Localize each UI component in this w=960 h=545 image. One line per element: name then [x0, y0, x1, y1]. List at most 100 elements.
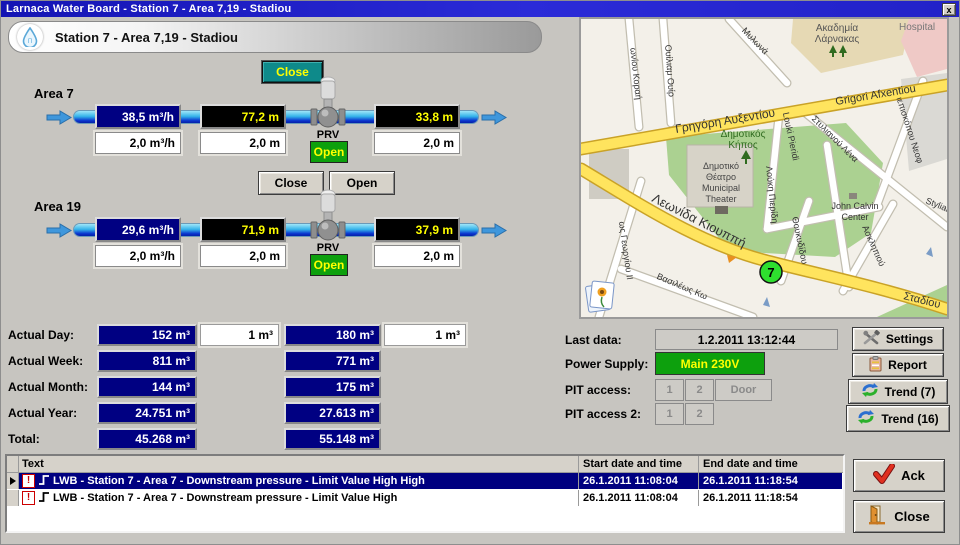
day-manual-2[interactable]: 1 m³	[384, 324, 466, 346]
report-button[interactable]: Report	[852, 353, 944, 377]
actual-year-label: Actual Year:	[8, 406, 77, 420]
trend-icon	[857, 409, 875, 428]
window-close-icon[interactable]: x	[942, 3, 956, 16]
poi-label: Center	[841, 212, 868, 222]
poi-label: Municipal	[702, 183, 740, 193]
trend-icon	[861, 382, 879, 401]
poi-label: Θέατρο	[706, 172, 736, 182]
month-total-1: 144 m³	[97, 376, 197, 398]
pit-access-2: 2	[685, 379, 714, 401]
row-selector-icon	[7, 473, 19, 489]
col-header-end[interactable]: End date and time	[699, 456, 842, 472]
page-header: Π Station 7 - Area 7,19 - Stadiou	[8, 21, 542, 53]
svg-text:Π: Π	[28, 39, 32, 45]
report-icon	[869, 356, 882, 375]
area-label: Λάρνακας	[815, 33, 860, 45]
ack-button-label: Ack	[901, 468, 925, 483]
month-total-2: 175 m³	[284, 376, 381, 398]
window-titlebar: Larnaca Water Board - Station 7 - Area 7…	[1, 1, 959, 17]
window-title: Larnaca Water Board - Station 7 - Area 7…	[1, 3, 291, 15]
pit-access-1: 1	[655, 379, 684, 401]
water-drop-icon: Π	[17, 24, 43, 50]
area19-flow-value: 29,6 m³/h	[95, 217, 181, 242]
settings-button[interactable]: Settings	[852, 327, 944, 351]
last-data-label: Last data:	[565, 333, 622, 347]
actual-day-label: Actual Day:	[8, 328, 74, 342]
pit-access-label: PIT access:	[565, 383, 631, 397]
map-panel[interactable]: ωνίου Κοραή Ουίλιαμ Ουίρ Μυλωνά Γρηγόρη …	[579, 17, 949, 319]
actual-week-label: Actual Week:	[8, 354, 83, 368]
area-label: Κήπος	[728, 139, 758, 151]
area19-inflow-arrow-icon	[46, 223, 72, 243]
area19-flow-setpoint[interactable]: 2,0 m³/h	[95, 245, 181, 267]
day-total-2: 180 m³	[284, 324, 381, 346]
area7-downstream-setpoint[interactable]: 2,0 m	[374, 132, 460, 154]
close-button[interactable]: Close	[853, 500, 945, 533]
power-supply-label: Power Supply:	[565, 357, 648, 371]
area19-upstream-setpoint[interactable]: 2,0 m	[200, 245, 286, 267]
alarm-row[interactable]: ! LWB - Station 7 - Area 7 - Downstream …	[7, 473, 843, 489]
alarm-start: 26.1.2011 11:08:04	[579, 473, 699, 489]
application-window: Larnaca Water Board - Station 7 - Area 7…	[0, 0, 960, 545]
ack-button[interactable]: Ack	[853, 459, 945, 492]
door-icon	[868, 505, 888, 528]
alarm-row[interactable]: ! LWB - Station 7 - Area 7 - Downstream …	[7, 490, 843, 506]
theater-building-icon	[715, 206, 728, 214]
area7-prv-label: PRV	[310, 129, 346, 141]
report-button-label: Report	[888, 358, 927, 372]
year-total-2: 27.613 m³	[284, 402, 381, 424]
map-canvas: ωνίου Κοραή Ουίλιαμ Ουίρ Μυλωνά Γρηγόρη …	[581, 19, 947, 317]
area-label: Hospital	[899, 22, 935, 33]
area19-prv-label: PRV	[310, 242, 346, 254]
week-total-1: 811 m³	[97, 350, 197, 372]
alarm-priority-icon: !	[22, 491, 35, 505]
station-marker[interactable]: 7	[760, 261, 782, 283]
alarm-text: LWB - Station 7 - Area 7 - Downstream pr…	[53, 492, 397, 504]
area19-upstream-pressure: 71,9 m	[200, 217, 286, 242]
area19-prv-status-badge: Open	[310, 254, 348, 276]
alarm-state-icon	[38, 490, 50, 506]
page-title: Station 7 - Area 7,19 - Stadiou	[55, 30, 238, 45]
settings-icon	[863, 330, 880, 348]
alarm-end: 26.1.2011 11:18:54	[699, 490, 842, 506]
photo-icon[interactable]	[585, 281, 614, 312]
week-total-2: 771 m³	[284, 350, 381, 372]
svg-text:7: 7	[767, 265, 774, 280]
poi-label: Δημοτικό	[703, 161, 739, 171]
trend7-button-label: Trend (7)	[885, 385, 936, 399]
alarm-table: Text Start date and time End date and ti…	[5, 454, 845, 533]
pit-access2-1: 1	[655, 403, 684, 425]
area7-flow-setpoint[interactable]: 2,0 m³/h	[95, 132, 181, 154]
alarm-text: LWB - Station 7 - Area 7 - Downstream pr…	[53, 475, 425, 487]
alarm-priority-icon: !	[22, 474, 35, 488]
trend7-button[interactable]: Trend (7)	[848, 379, 948, 404]
pit-access2-label: PIT access 2:	[565, 407, 641, 421]
alarm-end: 26.1.2011 11:18:54	[699, 473, 842, 489]
area19-outflow-arrow-icon	[481, 223, 507, 243]
area7-prv-valve-icon	[310, 75, 346, 136]
trend16-button-label: Trend (16)	[881, 412, 938, 426]
day-manual-1[interactable]: 1 m³	[200, 324, 279, 346]
col-header-text[interactable]: Text	[19, 456, 579, 472]
actual-month-label: Actual Month:	[8, 380, 88, 394]
area7-inflow-arrow-icon	[46, 110, 72, 130]
area-label: Ακαδημία	[816, 22, 858, 34]
area19-downstream-setpoint[interactable]: 2,0 m	[374, 245, 460, 267]
area7-downstream-pressure: 33,8 m	[374, 104, 460, 129]
row-selector	[7, 490, 19, 506]
power-supply-badge: Main 230V	[655, 352, 765, 375]
trend16-button[interactable]: Trend (16)	[846, 405, 950, 432]
pit-access2-2: 2	[685, 403, 714, 425]
area7-upstream-setpoint[interactable]: 2,0 m	[200, 132, 286, 154]
area7-outflow-arrow-icon	[481, 110, 507, 130]
area7-label: Area 7	[34, 86, 74, 101]
grand-total-1: 45.268 m³	[97, 428, 197, 450]
area-label: Δημοτικός	[721, 128, 766, 140]
area19-prv-valve-icon	[310, 188, 346, 249]
alarm-state-icon	[38, 473, 50, 489]
close-button-label: Close	[894, 509, 929, 524]
area7-flow-value: 38,5 m³/h	[95, 104, 181, 129]
col-header-start[interactable]: Start date and time	[579, 456, 699, 472]
last-data-value: 1.2.2011 13:12:44	[655, 329, 838, 350]
settings-button-label: Settings	[886, 332, 933, 346]
